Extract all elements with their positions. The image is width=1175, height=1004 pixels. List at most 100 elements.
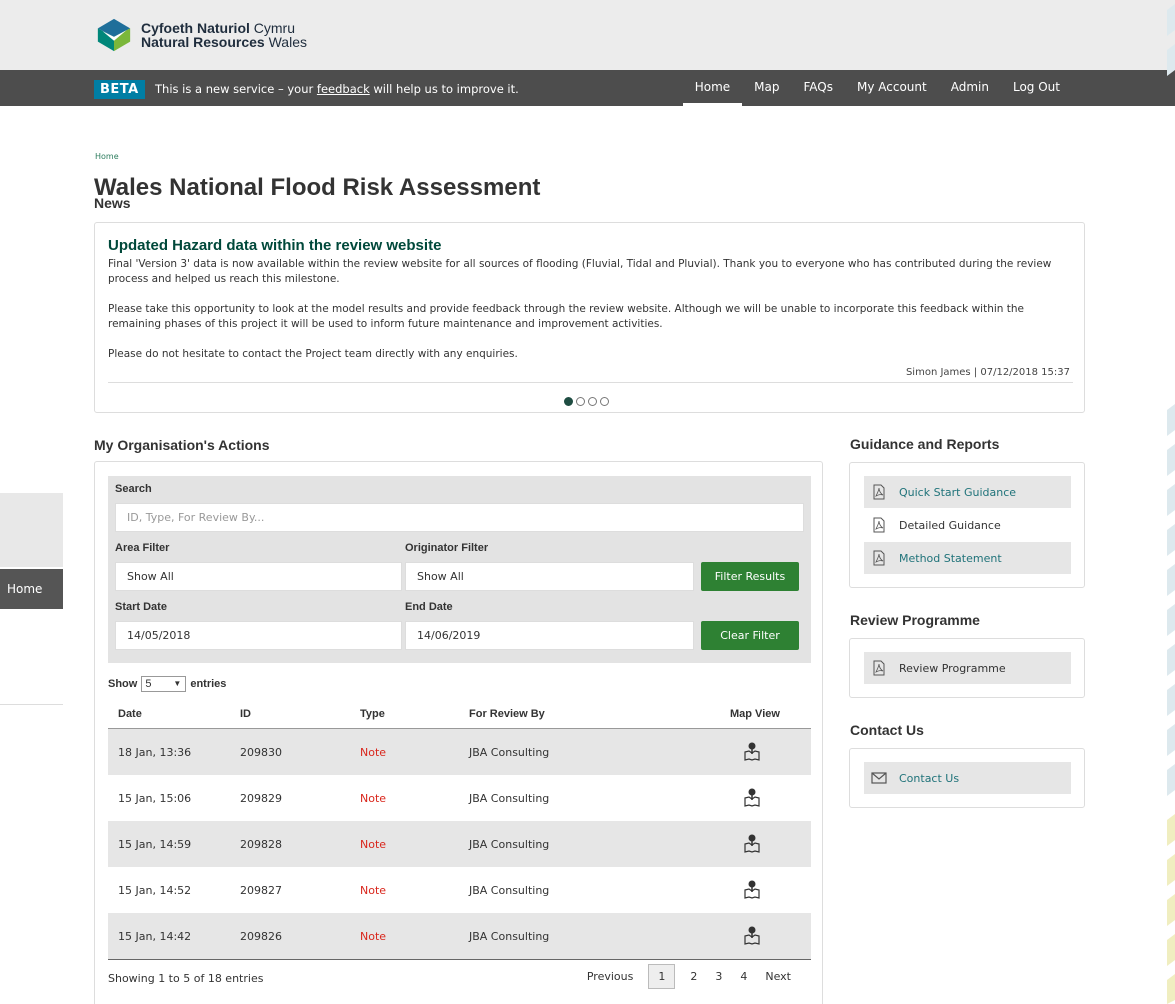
cell-type: Note [360, 745, 387, 759]
table-summary: Showing 1 to 5 of 18 entries [108, 972, 264, 985]
pager-page-4[interactable]: 4 [731, 970, 756, 983]
news-paragraph: Please do not hesitate to contact the Pr… [108, 348, 518, 360]
cell-type: Note [360, 883, 387, 897]
breadcrumb[interactable]: Home [95, 152, 119, 161]
cell-type: Note [360, 791, 387, 805]
guidance-panel: Quick Start Guidance Detailed Guidance M… [849, 462, 1085, 588]
pager-previous[interactable]: Previous [578, 970, 643, 983]
news-author-date: Simon James | 07/12/2018 15:37 [905, 367, 1070, 378]
table-row[interactable]: 15 Jan, 14:42 209826 Note JBA Consulting [108, 913, 811, 959]
originator-filter-select[interactable]: Show All [405, 562, 694, 591]
table-row[interactable]: 15 Jan, 14:59 209828 Note JBA Consulting [108, 821, 811, 867]
table-row[interactable]: 18 Jan, 13:36 209830 Note JBA Consulting [108, 729, 811, 775]
cell-date: 15 Jan, 15:06 [118, 791, 192, 805]
logo-text: Cyfoeth Naturiol Cymru Natural Resources… [141, 20, 307, 50]
filter-results-button[interactable]: Filter Results [701, 562, 799, 591]
cell-id: 209830 [240, 745, 282, 759]
col-id[interactable]: ID [240, 708, 360, 720]
page-length-control: Show 5 entries [108, 676, 226, 692]
map-pin-icon[interactable] [742, 879, 762, 899]
cell-reviewer: JBA Consulting [469, 791, 550, 805]
carousel-dot-4[interactable] [600, 397, 609, 406]
review-programme-link[interactable]: Review Programme [864, 652, 1071, 684]
area-filter-select[interactable]: Show All [115, 562, 402, 591]
map-pin-icon[interactable] [742, 741, 762, 761]
envelope-icon [871, 772, 887, 784]
cell-date: 18 Jan, 13:36 [118, 745, 192, 759]
cell-date: 15 Jan, 14:52 [118, 883, 192, 897]
detailed-guidance-link[interactable]: Detailed Guidance [864, 509, 1071, 541]
col-date[interactable]: Date [108, 708, 240, 720]
nav-map[interactable]: Map [742, 70, 791, 106]
pdf-icon [873, 484, 885, 500]
page-title: Wales National Flood Risk Assessment [94, 174, 541, 201]
guidance-heading: Guidance and Reports [850, 436, 1000, 452]
news-paragraph: Please take this opportunity to look at … [108, 303, 1025, 330]
map-view-cell [730, 879, 811, 902]
nav-admin[interactable]: Admin [939, 70, 1001, 106]
sidebar-panel [0, 493, 63, 567]
end-date-field[interactable]: 14/06/2019 [405, 621, 694, 650]
news-body: Final 'Version 3' data is now available … [108, 257, 1073, 377]
col-type[interactable]: Type [360, 708, 469, 720]
cell-reviewer: JBA Consulting [469, 883, 550, 897]
sidebar-item-home[interactable]: Home [0, 569, 63, 609]
beta-message: This is a new service – your feedback wi… [155, 82, 519, 96]
contact-us-link[interactable]: Contact Us [864, 762, 1071, 794]
carousel-dot-1[interactable] [564, 397, 573, 406]
table-bottom-rule [108, 959, 811, 960]
map-view-cell [730, 925, 811, 948]
nav-home[interactable]: Home [682, 70, 743, 106]
pager-next[interactable]: Next [756, 970, 800, 983]
table-header: Date ID Type For Review By Map View [108, 699, 811, 729]
feedback-link[interactable]: feedback [317, 82, 370, 96]
nav-log-out[interactable]: Log Out [1001, 70, 1072, 106]
search-label: Search [115, 483, 152, 495]
carousel-dot-3[interactable] [588, 397, 597, 406]
map-pin-icon[interactable] [742, 925, 762, 945]
nav-my-account[interactable]: My Account [845, 70, 939, 106]
actions-heading: My Organisation's Actions [94, 437, 270, 453]
map-pin-icon[interactable] [742, 833, 762, 853]
review-panel: Review Programme [849, 638, 1085, 698]
col-map-view: Map View [730, 707, 780, 720]
table-row[interactable]: 15 Jan, 15:06 209829 Note JBA Consulting [108, 775, 811, 821]
pdf-icon [873, 550, 885, 566]
main-nav: Home Map FAQs My Account Admin Log Out [682, 70, 1072, 106]
map-view-cell [730, 833, 811, 856]
start-date-field[interactable]: 14/05/2018 [115, 621, 402, 650]
actions-panel: Search ID, Type, For Review By... Area F… [94, 461, 823, 1004]
carousel-dot-2[interactable] [576, 397, 585, 406]
nav-faqs[interactable]: FAQs [792, 70, 846, 106]
cell-date: 15 Jan, 14:59 [118, 837, 192, 851]
map-view-cell [730, 787, 811, 810]
cell-id: 209829 [240, 791, 282, 805]
news-paragraph: Final 'Version 3' data is now available … [108, 258, 1052, 285]
map-pin-icon[interactable] [742, 787, 762, 807]
pager-page-1[interactable]: 1 [648, 964, 676, 989]
logo[interactable]: Cyfoeth Naturiol Cymru Natural Resources… [95, 16, 307, 54]
search-input[interactable]: ID, Type, For Review By... [115, 503, 804, 532]
cell-id: 209827 [240, 883, 282, 897]
filter-area: Search ID, Type, For Review By... Area F… [108, 476, 811, 663]
pager-page-3[interactable]: 3 [706, 970, 731, 983]
actions-table: Date ID Type For Review By Map View 18 J… [108, 699, 811, 960]
method-statement-link[interactable]: Method Statement [864, 542, 1071, 574]
entries-select[interactable]: 5 [141, 676, 187, 692]
cell-id: 209828 [240, 837, 282, 851]
clear-filter-button[interactable]: Clear Filter [701, 621, 799, 650]
news-carousel: Updated Hazard data within the review we… [94, 222, 1085, 413]
quick-start-guidance-link[interactable]: Quick Start Guidance [864, 476, 1071, 508]
table-row[interactable]: 15 Jan, 14:52 209827 Note JBA Consulting [108, 867, 811, 913]
cell-id: 209826 [240, 929, 282, 943]
pager-page-2[interactable]: 2 [681, 970, 706, 983]
cell-date: 15 Jan, 14:42 [118, 929, 192, 943]
nrw-logo-icon [97, 18, 131, 52]
start-date-label: Start Date [115, 601, 167, 613]
news-headline: Updated Hazard data within the review we… [108, 237, 442, 254]
pagination: Previous 1 2 3 4 Next [578, 964, 800, 989]
pdf-icon [873, 517, 885, 533]
col-for-review-by[interactable]: For Review By [469, 708, 730, 720]
contact-heading: Contact Us [850, 722, 924, 738]
cell-reviewer: JBA Consulting [469, 745, 550, 759]
